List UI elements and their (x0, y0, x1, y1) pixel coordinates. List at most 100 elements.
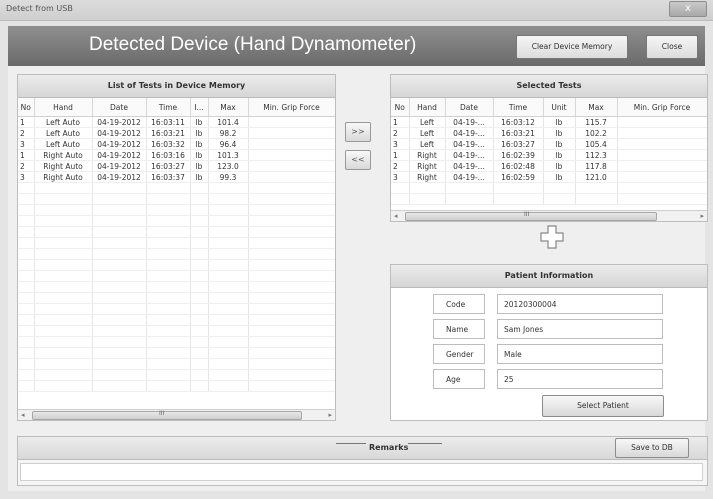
gender-field[interactable]: Male (497, 344, 663, 364)
table-cell (18, 215, 35, 227)
table-row[interactable]: 1 Left 04-19-... 16:03:12 lb 115.7 (391, 116, 707, 128)
table-cell (146, 292, 191, 304)
memory-column-header[interactable]: Min. Grip Force (248, 98, 335, 117)
table-cell: Right (409, 171, 446, 183)
table-cell (208, 336, 249, 348)
table-cell: 3 (18, 171, 35, 183)
table-cell: 123.0 (208, 160, 249, 172)
table-cell: 99.3 (208, 171, 249, 183)
table-row[interactable]: 2 Right 04-19-... 16:02:48 lb 117.8 (391, 160, 707, 172)
table-cell: lb (543, 127, 576, 139)
table-cell: 102.2 (575, 127, 618, 139)
table-cell (146, 369, 191, 381)
memory-scroll-thumb[interactable]: III (32, 410, 302, 420)
scroll-left-icon[interactable]: ◂ (21, 410, 25, 420)
table-cell: lb (190, 160, 209, 172)
table-row[interactable]: 3 Right Auto 04-19-2012 16:03:37 lb 99.3 (18, 171, 335, 183)
title-bar: Detect from USB x (0, 0, 713, 21)
table-cell: lb (543, 160, 576, 172)
selected-hscrollbar[interactable]: ◂ III ▸ (391, 210, 707, 221)
table-cell (248, 248, 335, 260)
page-title: Detected Device (Hand Dynamometer) (89, 34, 417, 55)
table-cell (248, 270, 335, 282)
table-row (18, 182, 335, 194)
table-cell (208, 270, 249, 282)
table-cell: Right Auto (34, 171, 93, 183)
table-row (18, 358, 335, 370)
selected-column-header[interactable]: Time (493, 98, 544, 117)
selected-column-header[interactable]: Hand (409, 98, 446, 117)
table-cell: 105.4 (575, 138, 618, 150)
table-cell (92, 193, 147, 205)
table-row[interactable]: 2 Left 04-19-... 16:03:21 lb 102.2 (391, 127, 707, 139)
selected-tests-panel: Selected Tests No Hand Date Time Unit Max Min.… (390, 74, 708, 222)
table-cell (190, 215, 209, 227)
table-row[interactable]: 3 Right 04-19-... 16:02:59 lb 121.0 (391, 171, 707, 183)
table-cell (92, 292, 147, 304)
table-row[interactable]: 2 Right Auto 04-19-2012 16:03:27 lb 123.0 (18, 160, 335, 172)
age-row: Age 25 (433, 369, 665, 389)
memory-column-header[interactable]: I... (190, 98, 209, 117)
table-cell: 04-19-... (445, 149, 494, 161)
table-cell (493, 182, 544, 194)
table-row[interactable]: 1 Left Auto 04-19-2012 16:03:11 lb 101.4 (18, 116, 335, 128)
table-cell (248, 303, 335, 315)
table-cell (34, 193, 93, 205)
selected-column-header[interactable]: Date (445, 98, 494, 117)
scroll-right-icon[interactable]: ▸ (328, 410, 332, 420)
memory-column-header[interactable]: Date (92, 98, 147, 117)
table-cell: Right (409, 149, 446, 161)
table-row[interactable]: 1 Right 04-19-... 16:02:39 lb 112.3 (391, 149, 707, 161)
selected-column-header[interactable]: Max (575, 98, 618, 117)
table-row (18, 259, 335, 271)
add-tests-button[interactable]: >> (345, 122, 371, 142)
memory-column-header[interactable]: No (18, 98, 35, 117)
table-cell (617, 138, 707, 150)
table-cell: Left Auto (34, 127, 93, 139)
selected-column-header[interactable]: No (391, 98, 410, 117)
table-cell (617, 149, 707, 161)
table-cell (190, 281, 209, 293)
table-cell (190, 314, 209, 326)
table-cell: 115.7 (575, 116, 618, 128)
table-cell (18, 314, 35, 326)
name-field[interactable]: Sam Jones (497, 319, 663, 339)
selected-scroll-thumb[interactable]: III (405, 211, 657, 221)
age-field[interactable]: 25 (497, 369, 663, 389)
table-cell: 04-19-... (445, 116, 494, 128)
table-row (18, 314, 335, 326)
scroll-left-icon[interactable]: ◂ (394, 211, 398, 221)
selected-column-header[interactable]: Unit (543, 98, 576, 117)
table-cell (208, 281, 249, 293)
close-button[interactable]: Close (646, 35, 698, 59)
save-to-db-button[interactable]: Save to DB (615, 438, 689, 458)
table-cell: 04-19-2012 (92, 116, 147, 128)
table-cell (92, 314, 147, 326)
table-cell: Left (409, 127, 446, 139)
selected-column-header[interactable]: Min. Grip Force (617, 98, 707, 117)
table-cell (208, 325, 249, 337)
table-cell (34, 270, 93, 282)
code-field[interactable]: 20120300004 (497, 294, 663, 314)
memory-column-header[interactable]: Time (146, 98, 191, 117)
clear-device-memory-button[interactable]: Clear Device Memory (516, 35, 628, 59)
table-row[interactable]: 3 Left Auto 04-19-2012 16:03:32 lb 96.4 (18, 138, 335, 150)
memory-tests-grid: No Hand Date Time I... Max Min. Grip Force 1 Le… (18, 98, 335, 408)
window-close-button[interactable]: x (669, 1, 707, 17)
table-cell (190, 270, 209, 282)
remove-tests-button[interactable]: << (345, 150, 371, 170)
selected-tests-table: No Hand Date Time Unit Max Min. Grip Force 1 Le… (391, 98, 707, 205)
table-cell (34, 380, 93, 392)
table-row (18, 193, 335, 205)
memory-column-header[interactable]: Max (208, 98, 249, 117)
table-cell: 04-19-2012 (92, 127, 147, 139)
remarks-input[interactable] (20, 463, 703, 481)
select-patient-button[interactable]: Select Patient (542, 395, 664, 417)
memory-hscrollbar[interactable]: ◂ III ▸ (18, 409, 335, 420)
table-row[interactable]: 2 Left Auto 04-19-2012 16:03:21 lb 98.2 (18, 127, 335, 139)
scroll-right-icon[interactable]: ▸ (700, 211, 704, 221)
table-row[interactable]: 1 Right Auto 04-19-2012 16:03:16 lb 101.3 (18, 149, 335, 161)
table-row[interactable]: 3 Left 04-19-... 16:03:27 lb 105.4 (391, 138, 707, 150)
memory-column-header[interactable]: Hand (34, 98, 93, 117)
remarks-panel: Remarks Save to DB (17, 436, 708, 486)
